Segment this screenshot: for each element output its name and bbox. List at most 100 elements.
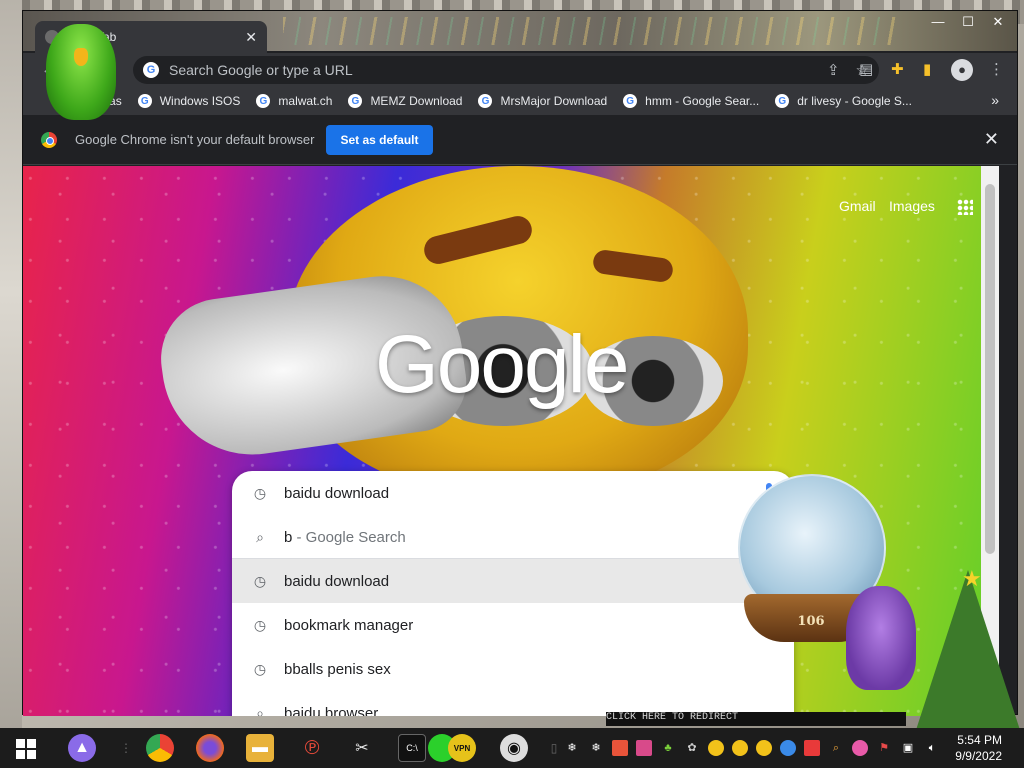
christmas-tree-widget xyxy=(916,570,1020,730)
history-icon: ◷ xyxy=(253,660,267,677)
bookmark-label: hmm - Google Sear... xyxy=(645,94,760,108)
volume-icon[interactable]: 🔈︎ xyxy=(924,740,940,756)
default-browser-infobar: Google Chrome isn't your default browser… xyxy=(23,115,1017,165)
suggestion-item[interactable]: ⌕ b - Google Search xyxy=(232,515,794,559)
tab-close-icon[interactable]: ✕ xyxy=(245,29,257,46)
desktop-parrot-widget xyxy=(46,24,116,120)
bookmark-label: dr livesy - Google S... xyxy=(797,94,912,108)
bookmark-item[interactable]: G dr livesy - Google S... xyxy=(775,94,912,108)
titlebar-theme-art xyxy=(283,17,903,45)
google-icon: G xyxy=(775,94,790,108)
snowflake-icon[interactable]: ❄ xyxy=(588,740,604,756)
gmail-link[interactable]: Gmail xyxy=(839,198,876,214)
tray-emoji-icon[interactable] xyxy=(756,740,772,756)
suggestion-text: baidu download xyxy=(284,572,390,590)
taskbar: ▲ ⋮ ▬ ℗ ✂ C:\ VPN ◉ ▯ ❄ ❄ ♣ ✿ ⌕ ⚑ ▣ 🔈︎ 5… xyxy=(0,728,1024,768)
tray-emoji-icon[interactable] xyxy=(708,740,724,756)
bookmarks-bar: G Databas G Windows ISOS G malwat.ch G M… xyxy=(23,87,1017,115)
app-tool-icon[interactable]: ✂ xyxy=(348,734,376,762)
search-icon: ⌕ xyxy=(256,704,264,717)
google-icon: G xyxy=(623,94,638,108)
chrome-logo-icon xyxy=(41,131,57,148)
file-explorer-icon[interactable]: ▬ xyxy=(246,734,274,762)
tray-app-icon[interactable]: ✿ xyxy=(684,740,700,756)
tray-app-icon[interactable] xyxy=(852,740,868,756)
bookmark-label: MEMZ Download xyxy=(370,94,463,108)
bookmark-item[interactable]: G Windows ISOS xyxy=(137,94,241,108)
close-window-button[interactable]: ✕ xyxy=(983,13,1013,31)
bookmark-item[interactable]: G malwat.ch xyxy=(256,94,332,108)
tray-search-icon[interactable]: ⌕ xyxy=(828,740,844,756)
share-icon[interactable]: ⇪ xyxy=(827,61,840,79)
google-icon: G xyxy=(143,62,159,78)
images-link[interactable]: Images xyxy=(889,198,935,214)
bonzi-buddy-widget[interactable] xyxy=(846,586,916,690)
infobar-close-icon[interactable]: ✕ xyxy=(984,129,999,150)
puzzle-icon[interactable]: ✚ xyxy=(891,60,904,78)
set-default-button[interactable]: Set as default xyxy=(326,124,433,155)
marquee-banner[interactable]: CLICK HERE TO REDIRECT xyxy=(606,712,906,726)
tray-app-icon[interactable] xyxy=(804,740,820,756)
google-logo: Google xyxy=(375,319,629,410)
address-bar-placeholder: Search Google or type a URL xyxy=(169,62,353,78)
search-input[interactable]: baidu download xyxy=(284,485,389,502)
suggestions-dropdown: ◷ baidu download ⌕ b - Google Search ◷ b… xyxy=(232,471,794,716)
infobar-message: Google Chrome isn't your default browser xyxy=(75,132,315,147)
desktop-wallpaper-left xyxy=(0,0,22,730)
suggestion-text: baidu browser xyxy=(284,704,379,717)
extension-flag-icon[interactable]: ▤ xyxy=(859,60,873,78)
bookmarks-overflow-icon[interactable]: » xyxy=(991,92,999,108)
app-p-icon[interactable]: ℗ xyxy=(298,734,326,762)
suggestion-text: bookmark manager xyxy=(284,616,414,634)
tray-emoji-icon[interactable] xyxy=(732,740,748,756)
suggestion-item-highlighted[interactable]: ◷ baidu download xyxy=(232,559,794,603)
address-bar[interactable]: G Search Google or type a URL ⇪ ☆ xyxy=(133,56,879,84)
google-icon: G xyxy=(256,94,271,108)
separator-icon: ⋮ xyxy=(120,741,132,755)
cortana-icon[interactable]: ▲ xyxy=(68,734,96,762)
tab-title: Tab xyxy=(97,30,245,44)
search-input-row[interactable]: ◷ baidu download xyxy=(232,471,794,515)
terminal-icon[interactable]: C:\ xyxy=(398,734,426,762)
vpn-pro-icon[interactable]: VPN xyxy=(448,734,476,762)
bookmark-item[interactable]: G MrsMajor Download xyxy=(478,94,607,108)
tray-app-icon[interactable] xyxy=(612,740,628,756)
minimize-button[interactable]: — xyxy=(923,13,953,31)
bookmark-label: Windows ISOS xyxy=(159,94,241,108)
google-icon: G xyxy=(348,94,363,108)
clock-date: 9/9/2022 xyxy=(955,749,1002,763)
history-icon: ◷ xyxy=(253,484,267,501)
suggestion-text: bballs penis sex xyxy=(284,660,391,678)
toolbar: ← → ↻ G Search Google or type a URL ⇪ ☆ … xyxy=(23,53,1017,87)
tray-tree-icon[interactable]: ♣ xyxy=(660,740,676,756)
menu-kebab-icon[interactable]: ⋮ xyxy=(989,60,1004,78)
taskbar-clock[interactable]: 5:54 PM 9/9/2022 xyxy=(955,732,1002,764)
bookmark-item[interactable]: G MEMZ Download xyxy=(348,94,462,108)
suggestion-text: b - Google Search xyxy=(284,528,406,546)
tree-star-icon: ★ xyxy=(962,566,982,591)
bookmark-label: MrsMajor Download xyxy=(500,94,608,108)
google-icon: G xyxy=(137,94,152,108)
bookmark-label: malwat.ch xyxy=(278,94,333,108)
suggestion-item[interactable]: ◷ bookmark manager xyxy=(232,603,794,647)
side-panel-icon[interactable]: ▮ xyxy=(923,60,931,78)
scrollbar-thumb[interactable] xyxy=(985,184,995,554)
chrome-taskbar-icon[interactable] xyxy=(146,734,174,762)
tray-app-icon[interactable] xyxy=(780,740,796,756)
clock-time: 5:54 PM xyxy=(957,733,1002,747)
network-icon[interactable]: ▣ xyxy=(900,740,916,756)
google-icon: G xyxy=(478,94,493,108)
history-icon: ◷ xyxy=(253,616,267,633)
snowflake-icon[interactable]: ❄ xyxy=(564,740,580,756)
search-icon: ⌕ xyxy=(256,528,264,545)
tray-flag-icon[interactable]: ⚑ xyxy=(876,740,892,756)
bookmark-item[interactable]: G hmm - Google Sear... xyxy=(623,94,759,108)
maximize-button[interactable]: ☐ xyxy=(953,13,983,31)
apps-grid-icon[interactable] xyxy=(957,199,973,215)
firefox-taskbar-icon[interactable] xyxy=(196,734,224,762)
tray-app-icon[interactable] xyxy=(636,740,652,756)
profile-avatar-icon[interactable]: ● xyxy=(951,59,973,81)
windows-start-icon[interactable] xyxy=(16,739,36,759)
bandicam-icon[interactable]: ◉ xyxy=(500,734,528,762)
suggestion-item[interactable]: ◷ bballs penis sex xyxy=(232,647,794,691)
